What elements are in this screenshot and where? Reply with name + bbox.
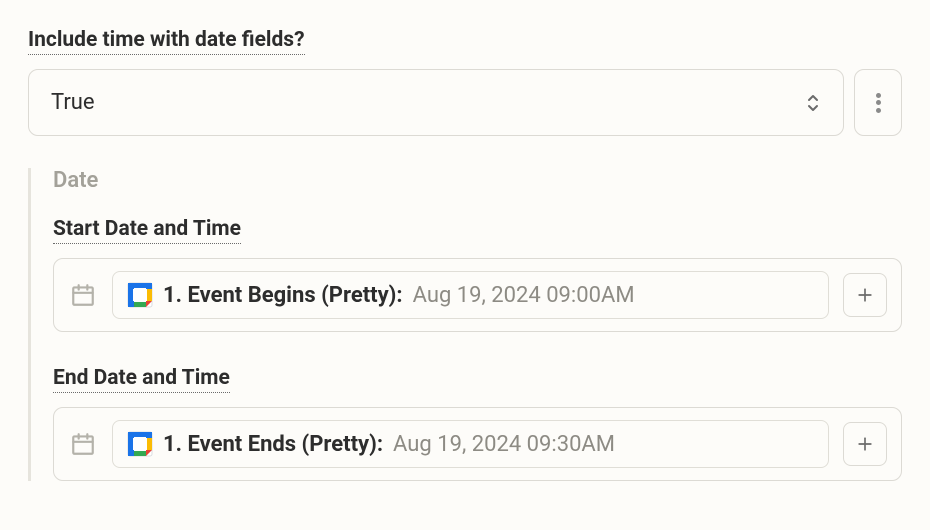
add-start-value-button[interactable] [843,273,887,317]
start-date-pill-value: Aug 19, 2024 09:00AM [413,283,635,308]
end-date-label: End Date and Time [53,366,230,393]
end-date-pill-label: 1. Event Ends (Pretty): [163,432,383,457]
include-time-value: True [51,90,95,115]
chevron-updown-icon [805,92,821,114]
more-options-button[interactable] [854,69,902,136]
date-section: Date Start Date and Time [28,168,902,481]
end-date-input-box[interactable]: 1. Event Ends (Pretty): Aug 19, 2024 09:… [53,407,902,481]
end-date-pill[interactable]: 1. Event Ends (Pretty): Aug 19, 2024 09:… [112,420,829,468]
google-calendar-icon [127,431,153,457]
include-time-label: Include time with date fields? [28,28,305,55]
end-date-field: End Date and Time [53,366,902,481]
add-end-value-button[interactable] [843,422,887,466]
plus-icon [855,434,875,454]
end-date-pill-value: Aug 19, 2024 09:30AM [393,432,615,457]
calendar-icon [68,280,98,310]
calendar-icon [68,429,98,459]
google-calendar-icon [127,282,153,308]
date-section-title: Date [53,168,902,193]
include-time-select[interactable]: True [28,69,844,136]
include-time-field: Include time with date fields? True [28,28,902,136]
kebab-icon [876,90,881,115]
start-date-pill[interactable]: 1. Event Begins (Pretty): Aug 19, 2024 0… [112,271,829,319]
start-date-pill-label: 1. Event Begins (Pretty): [163,283,403,308]
plus-icon [855,285,875,305]
start-date-input-box[interactable]: 1. Event Begins (Pretty): Aug 19, 2024 0… [53,258,902,332]
start-date-label: Start Date and Time [53,217,241,244]
start-date-field: Start Date and Time [53,217,902,332]
